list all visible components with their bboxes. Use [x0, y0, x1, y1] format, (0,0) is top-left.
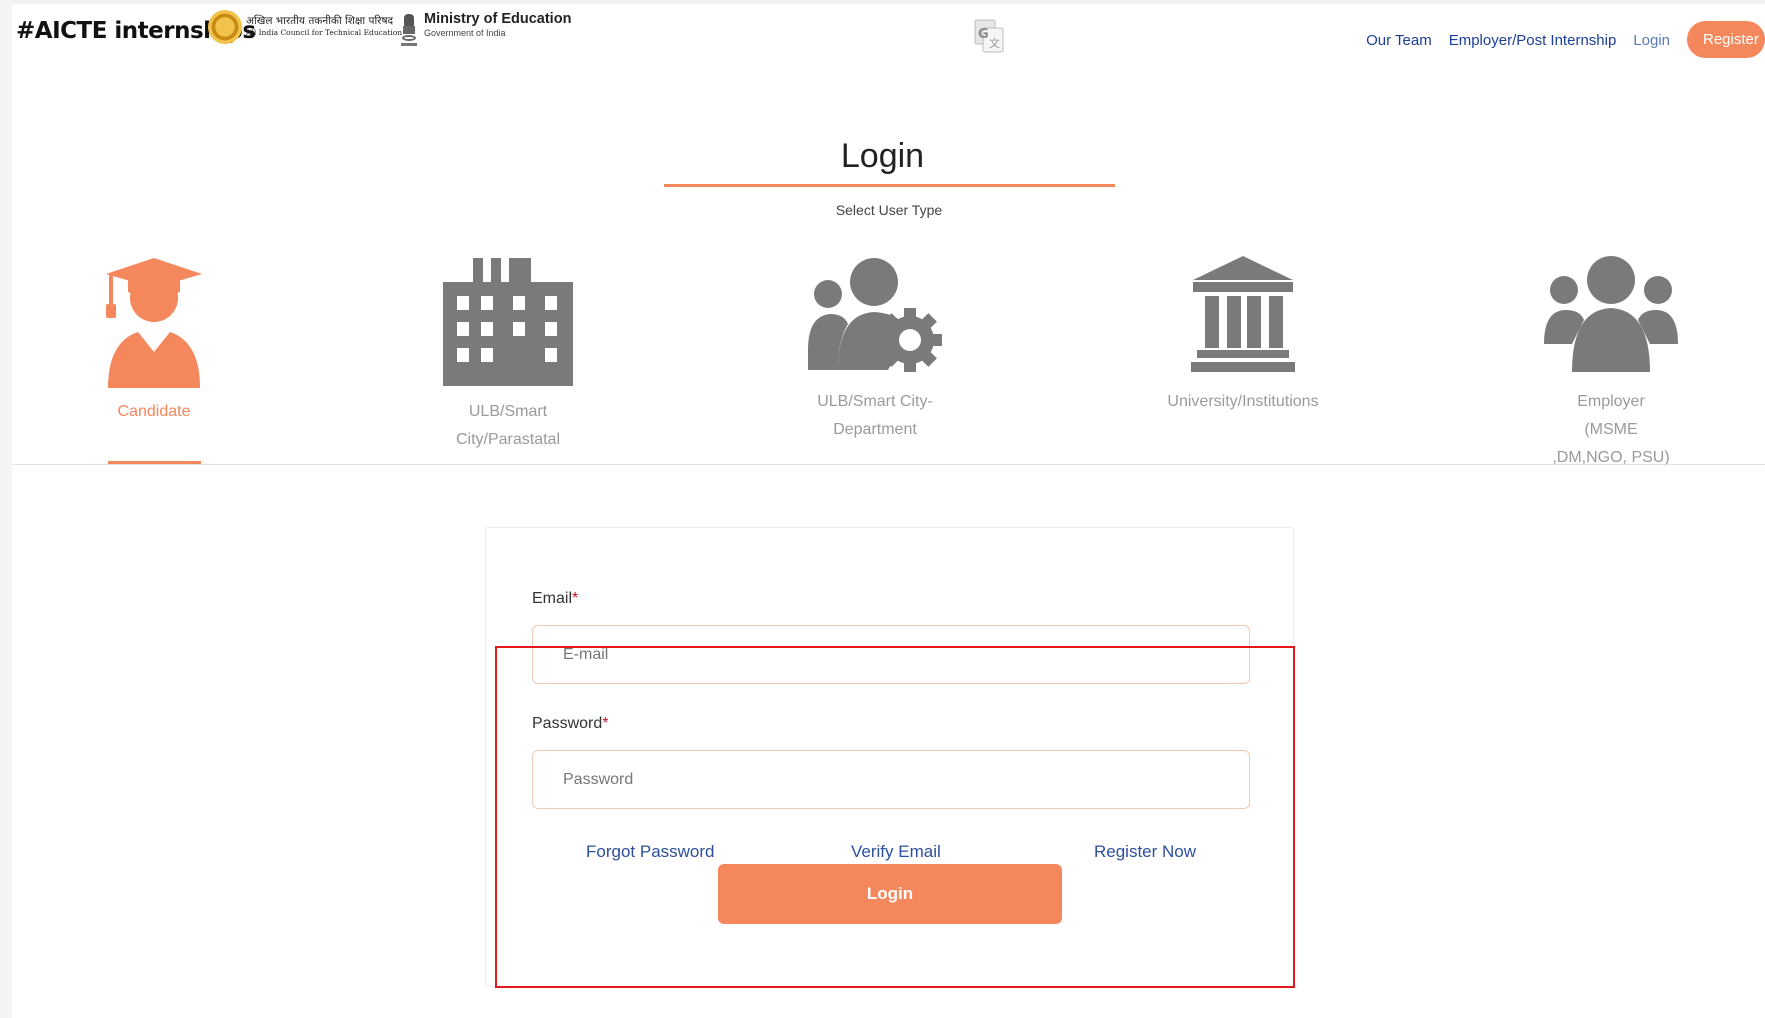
- header: #AICTE internships अखिल भारतीय तकनीकी शि…: [12, 4, 1765, 70]
- aicte-seal-icon: [208, 10, 242, 44]
- register-button[interactable]: Register: [1687, 21, 1765, 58]
- forgot-password-link[interactable]: Forgot Password: [586, 842, 715, 862]
- user-type-label: ULB/Smart City/Parastatal: [455, 403, 561, 448]
- graduate-icon: [106, 258, 202, 388]
- title-underline: [664, 184, 1115, 187]
- user-type-ulb-parastatal[interactable]: ULB/Smart City/Parastatal: [408, 254, 608, 454]
- nav-employer-post-internship[interactable]: Employer/Post Internship: [1449, 32, 1617, 49]
- email-field[interactable]: [532, 625, 1250, 684]
- moe-logo: Ministry of Education Government of Indi…: [400, 12, 571, 48]
- user-type-label: Candidate: [117, 403, 191, 420]
- svg-text:文: 文: [989, 36, 1000, 50]
- user-type-university[interactable]: University/Institutions: [1143, 254, 1343, 416]
- page-subtitle: Select User Type: [835, 202, 943, 218]
- email-label: Email*: [532, 590, 579, 607]
- national-emblem-icon: [400, 12, 418, 48]
- institution-icon: [1191, 256, 1295, 372]
- google-translate-icon[interactable]: G 文: [974, 19, 1004, 53]
- user-type-label: Employer (MSME ,DM,NGO, PSU): [1552, 393, 1670, 466]
- user-type-employer[interactable]: Employer (MSME ,DM,NGO, PSU): [1511, 254, 1711, 472]
- aicte-hindi-name: अखिल भारतीय तकनीकी शिक्षा परिषद: [246, 15, 394, 27]
- user-type-label: University/Institutions: [1167, 393, 1319, 410]
- svg-text:G: G: [978, 27, 989, 42]
- verify-email-link[interactable]: Verify Email: [851, 842, 941, 862]
- moe-subtitle: Government of India: [424, 28, 506, 38]
- password-field[interactable]: [532, 750, 1250, 809]
- user-type-candidate[interactable]: Candidate: [54, 254, 254, 426]
- aicte-english-name: All India Council for Technical Educatio…: [246, 28, 403, 37]
- group-icon: [1544, 256, 1678, 372]
- user-type-ulb-department[interactable]: ULB/Smart City-Department: [775, 254, 975, 444]
- section-divider: [12, 464, 1765, 465]
- users-gear-icon: [808, 258, 942, 372]
- login-button[interactable]: Login: [718, 864, 1062, 924]
- register-now-link[interactable]: Register Now: [1094, 842, 1196, 862]
- top-nav: Our Team Employer/Post Internship Login …: [1366, 21, 1765, 58]
- user-type-label: ULB/Smart City-Department: [817, 393, 933, 438]
- building-icon: [443, 258, 573, 386]
- password-label: Password*: [532, 715, 609, 732]
- moe-title: Ministry of Education: [424, 11, 572, 27]
- aicte-logo: अखिल भारतीय तकनीकी शिक्षा परिषद All Indi…: [208, 10, 402, 44]
- login-form-card: Email* Password* Forgot Password Verify …: [485, 527, 1294, 987]
- nav-login[interactable]: Login: [1633, 32, 1670, 49]
- page-title: Login: [840, 137, 925, 175]
- nav-our-team[interactable]: Our Team: [1366, 32, 1432, 49]
